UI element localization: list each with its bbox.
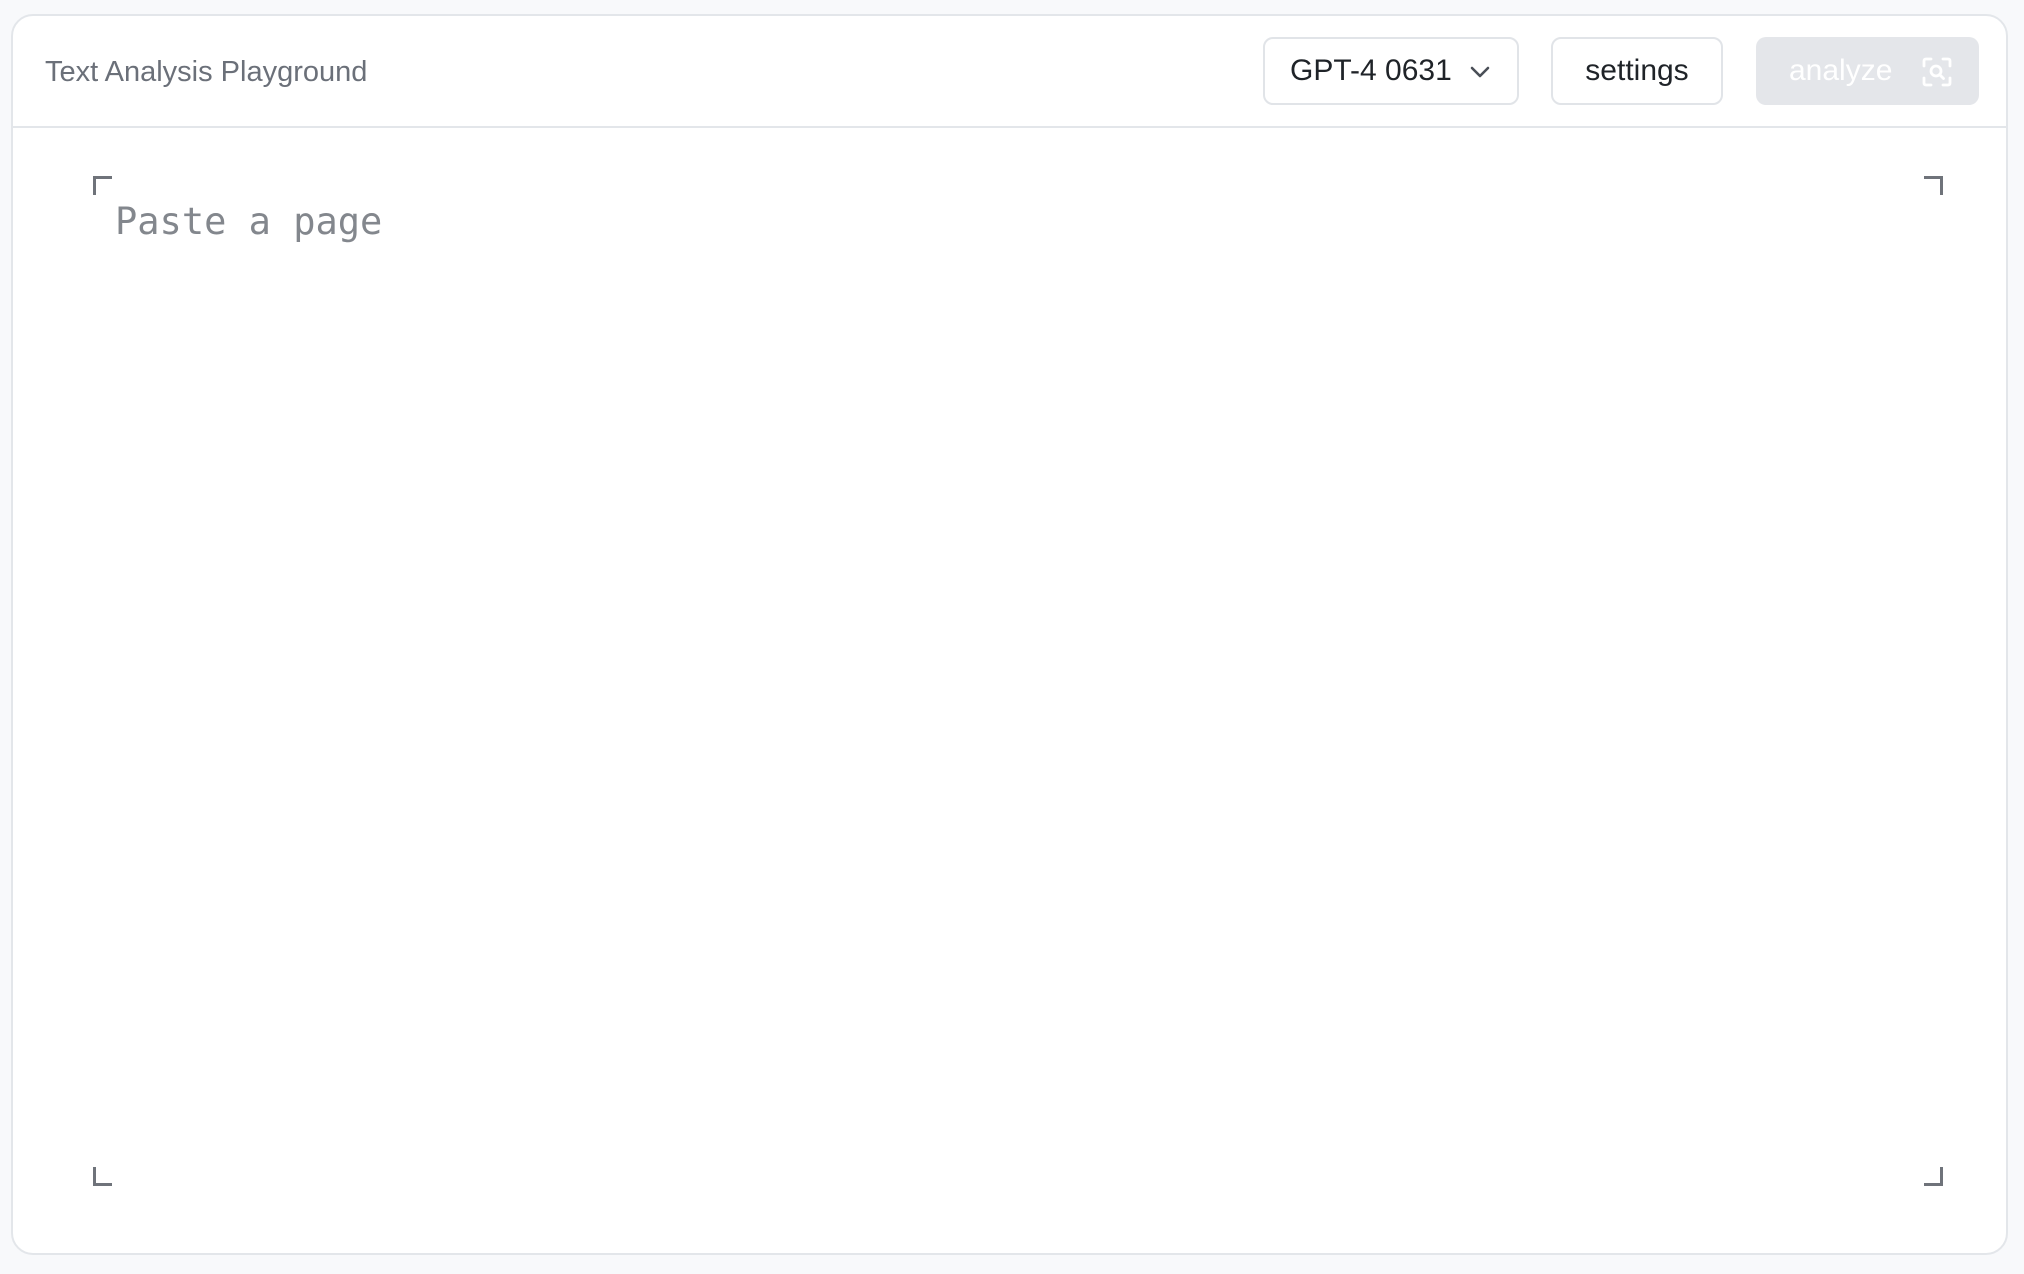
page-editor: [93, 176, 1943, 1186]
scan-search-icon: [1922, 57, 1952, 87]
chevron-down-icon: [1470, 66, 1490, 78]
header-bar: Text Analysis Playground GPT-4 0631 sett…: [13, 16, 2006, 128]
analyze-button[interactable]: analyze: [1756, 37, 1979, 105]
app-title: Text Analysis Playground: [45, 56, 368, 88]
corner-bracket-top-right: [1924, 176, 1943, 195]
corner-bracket-bottom-left: [93, 1167, 112, 1186]
model-select-value: GPT-4 0631: [1290, 54, 1452, 87]
corner-bracket-bottom-right: [1924, 1167, 1943, 1186]
model-select[interactable]: GPT-4 0631: [1263, 37, 1519, 105]
page-text-input[interactable]: [115, 198, 1915, 1158]
playground-card: Text Analysis Playground GPT-4 0631 sett…: [11, 14, 2008, 1255]
analyze-button-label: analyze: [1789, 54, 1893, 87]
settings-button[interactable]: settings: [1551, 37, 1723, 105]
corner-bracket-top-left: [93, 176, 112, 195]
